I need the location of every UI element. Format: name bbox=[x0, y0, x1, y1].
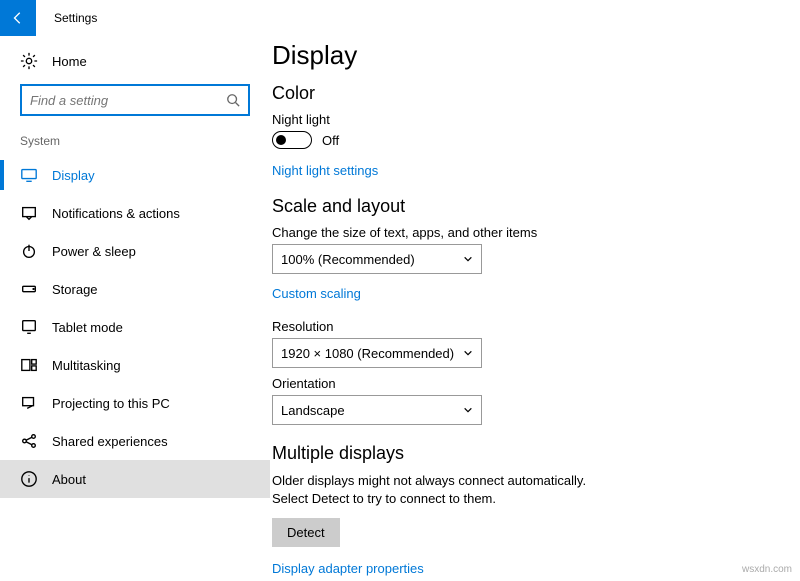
watermark: wsxdn.com bbox=[742, 564, 792, 575]
back-button[interactable] bbox=[0, 0, 36, 36]
night-light-settings-link[interactable]: Night light settings bbox=[272, 163, 378, 178]
orientation-value: Landscape bbox=[281, 403, 345, 418]
sidebar-item-tablet[interactable]: Tablet mode bbox=[0, 308, 270, 346]
toggle-thumb bbox=[276, 135, 286, 145]
nav-label: Shared experiences bbox=[52, 434, 168, 449]
nav-label: Projecting to this PC bbox=[52, 396, 170, 411]
info-icon bbox=[20, 470, 38, 488]
arrow-left-icon bbox=[11, 11, 25, 25]
content-pane: Display Color Night light Off Night ligh… bbox=[270, 36, 800, 581]
nav-label: Power & sleep bbox=[52, 244, 136, 259]
sidebar-item-shared[interactable]: Shared experiences bbox=[0, 422, 270, 460]
sidebar-item-display[interactable]: Display bbox=[0, 156, 270, 194]
scale-heading: Scale and layout bbox=[272, 196, 780, 217]
tablet-icon bbox=[20, 318, 38, 336]
app-title: Settings bbox=[36, 11, 97, 25]
night-light-toggle[interactable]: Off bbox=[272, 131, 780, 149]
display-adapter-link[interactable]: Display adapter properties bbox=[272, 561, 424, 576]
resolution-dropdown[interactable]: 1920 × 1080 (Recommended) bbox=[272, 338, 482, 368]
nav-label: Storage bbox=[52, 282, 98, 297]
sidebar-item-projecting[interactable]: Projecting to this PC bbox=[0, 384, 270, 422]
monitor-icon bbox=[20, 166, 38, 184]
color-heading: Color bbox=[272, 83, 780, 104]
nav-label: Display bbox=[52, 168, 95, 183]
power-icon bbox=[20, 242, 38, 260]
search-icon bbox=[226, 93, 240, 107]
notification-icon bbox=[20, 204, 38, 222]
sidebar: Home System Display Notifications & acti… bbox=[0, 36, 270, 581]
sidebar-item-about[interactable]: About bbox=[0, 460, 270, 498]
resolution-value: 1920 × 1080 (Recommended) bbox=[281, 346, 454, 361]
storage-icon bbox=[20, 280, 38, 298]
orientation-dropdown[interactable]: Landscape bbox=[272, 395, 482, 425]
search-input-container[interactable] bbox=[20, 84, 250, 116]
nav-label: Multitasking bbox=[52, 358, 121, 373]
chevron-down-icon bbox=[463, 348, 473, 358]
home-label: Home bbox=[52, 54, 87, 69]
scale-value: 100% (Recommended) bbox=[281, 252, 415, 267]
multiple-displays-body: Older displays might not always connect … bbox=[272, 472, 612, 508]
multiple-displays-heading: Multiple displays bbox=[272, 443, 780, 464]
sidebar-item-multitasking[interactable]: Multitasking bbox=[0, 346, 270, 384]
sidebar-item-notifications[interactable]: Notifications & actions bbox=[0, 194, 270, 232]
sidebar-item-storage[interactable]: Storage bbox=[0, 270, 270, 308]
night-light-label: Night light bbox=[272, 112, 780, 127]
custom-scaling-link[interactable]: Custom scaling bbox=[272, 286, 361, 301]
toggle-state-label: Off bbox=[322, 133, 339, 148]
orientation-label: Orientation bbox=[272, 376, 780, 391]
scale-label: Change the size of text, apps, and other… bbox=[272, 225, 780, 240]
nav-label: About bbox=[52, 472, 86, 487]
scale-dropdown[interactable]: 100% (Recommended) bbox=[272, 244, 482, 274]
detect-button[interactable]: Detect bbox=[272, 518, 340, 547]
toggle-track bbox=[272, 131, 312, 149]
multitasking-icon bbox=[20, 356, 38, 374]
share-icon bbox=[20, 432, 38, 450]
search-input[interactable] bbox=[30, 93, 226, 108]
chevron-down-icon bbox=[463, 405, 473, 415]
nav-group-label: System bbox=[0, 134, 270, 156]
page-title: Display bbox=[272, 40, 780, 71]
gear-icon bbox=[20, 52, 38, 70]
resolution-label: Resolution bbox=[272, 319, 780, 334]
nav-label: Tablet mode bbox=[52, 320, 123, 335]
chevron-down-icon bbox=[463, 254, 473, 264]
sidebar-item-power[interactable]: Power & sleep bbox=[0, 232, 270, 270]
nav-label: Notifications & actions bbox=[52, 206, 180, 221]
project-icon bbox=[20, 394, 38, 412]
home-link[interactable]: Home bbox=[0, 46, 270, 80]
